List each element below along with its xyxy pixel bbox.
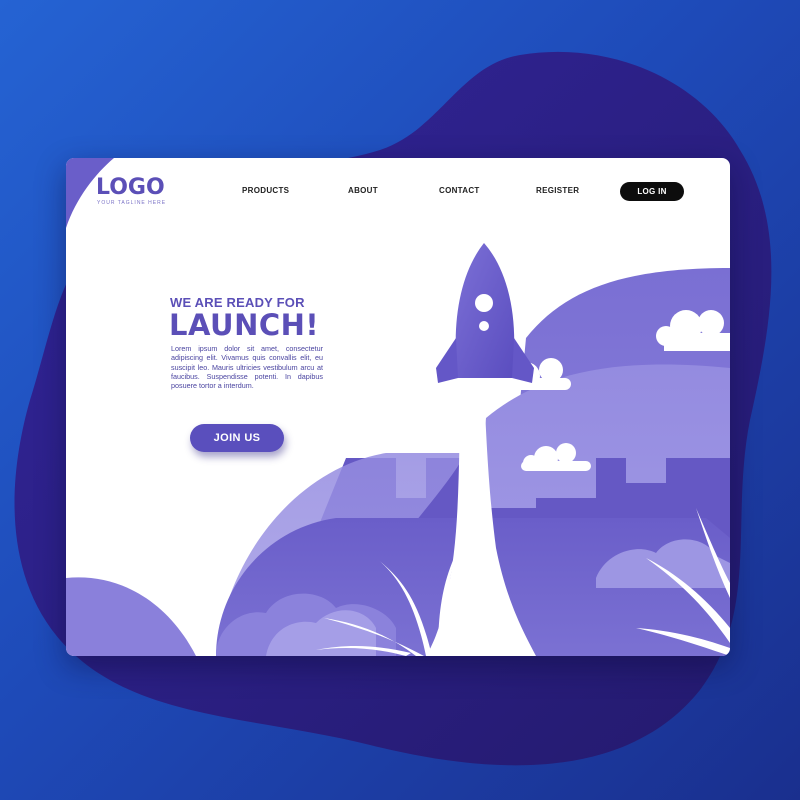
join-us-button[interactable]: JOIN US [190,424,284,452]
rocket [436,243,534,390]
nav-products[interactable]: PRODUCTS [242,186,289,195]
logo-tagline: YOUR TAGLINE HERE [97,200,167,206]
logo[interactable]: LOGO YOUR TAGLINE HERE [96,175,186,207]
launch-illustration [66,158,730,656]
corner-wave-bottom-left [66,577,196,656]
nav-register[interactable]: REGISTER [536,186,579,195]
logo-text: LOGO [96,175,165,200]
login-button[interactable]: LOG IN [620,182,684,201]
nav-contact[interactable]: CONTACT [439,186,480,195]
hero-title: LAUNCH! [169,308,320,342]
landing-page-card: LOGO YOUR TAGLINE HERE PRODUCTS ABOUT CO… [66,158,730,656]
nav-about[interactable]: ABOUT [348,186,378,195]
hero-body-text: Lorem ipsum dolor sit amet, consectetur … [171,344,323,391]
